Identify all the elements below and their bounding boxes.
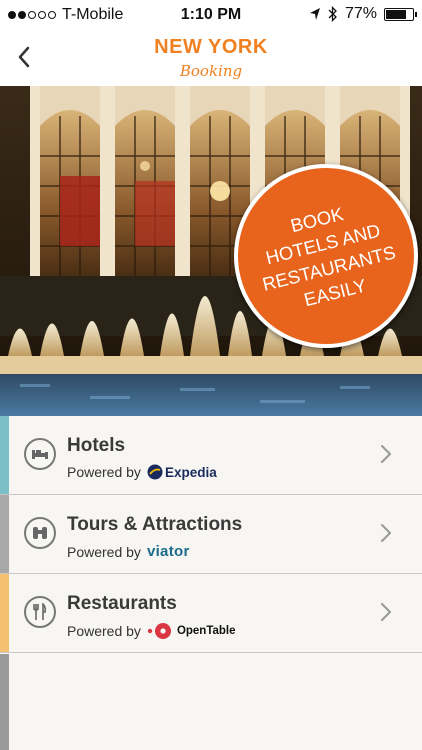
opentable-logo: OpenTable <box>147 622 236 640</box>
booking-options-list: Hotels Powered by Expedia Tours & Attrac… <box>0 416 422 653</box>
item-powered-by: Powered by viator <box>67 543 190 560</box>
powered-by-label: Powered by <box>67 623 141 639</box>
accent-bar <box>0 416 9 494</box>
accent-bar <box>0 495 9 573</box>
item-powered-by: Powered by OpenTable <box>67 622 236 640</box>
binoculars-icon <box>24 517 56 549</box>
page-title: NEW YORK <box>154 36 268 58</box>
expedia-text: Expedia <box>164 464 217 480</box>
opentable-text: OpenTable <box>176 625 236 637</box>
battery-icon <box>384 7 417 21</box>
powered-by-label: Powered by <box>67 464 141 480</box>
chevron-right-icon <box>381 524 391 542</box>
battery-percent: 77% <box>344 5 377 22</box>
opentable-dot-icon <box>147 623 171 639</box>
book-promo-text: BOOK HOTELS AND RESTAURANTS EASILY <box>260 202 398 311</box>
fork-knife-icon <box>24 596 56 628</box>
item-title: Hotels <box>67 435 126 456</box>
bluetooth-icon <box>328 6 337 22</box>
item-powered-by: Powered by Expedia <box>67 464 217 480</box>
nav-bar: NEW YORK Booking <box>0 30 422 86</box>
list-empty-area <box>0 654 422 750</box>
status-right: 77% <box>309 5 417 23</box>
accent-bar <box>0 654 9 750</box>
chevron-right-icon <box>381 445 391 463</box>
status-bar: T-Mobile 1:10 PM 77% <box>0 0 422 30</box>
hero-image: BOOK HOTELS AND RESTAURANTS EASILY <box>0 86 422 416</box>
powered-by-label: Powered by <box>67 543 141 560</box>
bed-icon <box>24 438 56 470</box>
globe-icon <box>147 464 163 480</box>
location-arrow-icon <box>309 8 320 20</box>
list-item-tours[interactable]: Tours & Attractions Powered by viator <box>0 495 422 574</box>
page-subtitle: Booking <box>179 62 243 80</box>
viator-logo: viator <box>146 543 190 560</box>
accent-bar <box>0 574 9 652</box>
chevron-right-icon <box>381 603 391 621</box>
item-title: Tours & Attractions <box>67 514 243 535</box>
list-item-hotels[interactable]: Hotels Powered by Expedia <box>0 416 422 495</box>
item-title: Restaurants <box>67 593 177 614</box>
expedia-logo: Expedia <box>147 464 217 480</box>
list-item-restaurants[interactable]: Restaurants Powered by OpenTable <box>0 574 422 653</box>
